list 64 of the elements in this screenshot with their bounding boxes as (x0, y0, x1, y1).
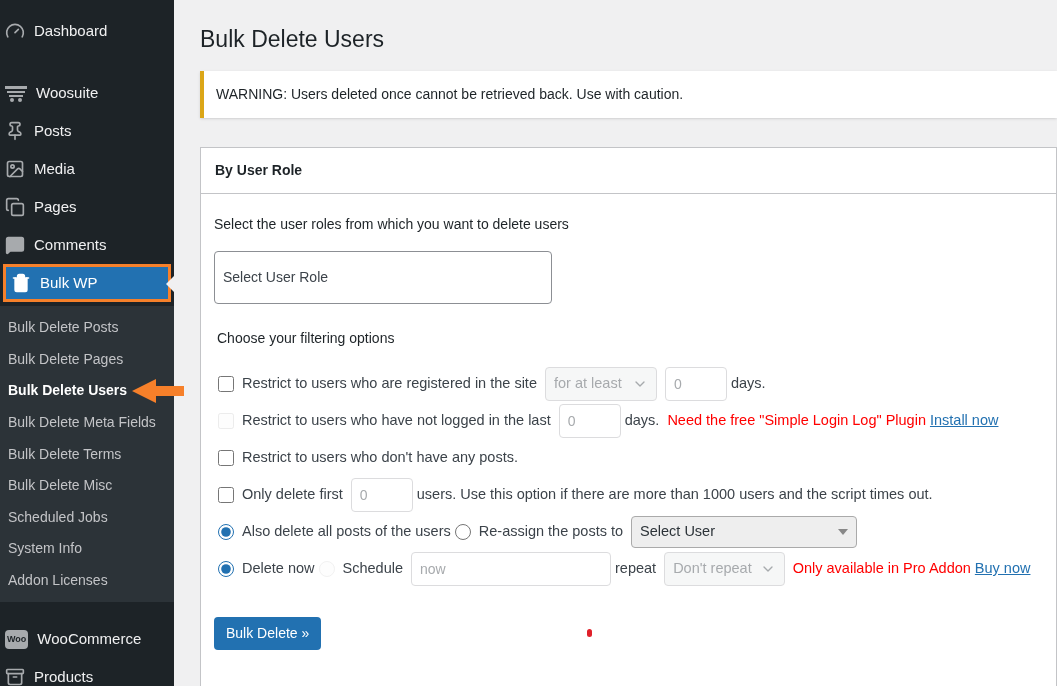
link[interactable]: Buy now (974, 558, 1031, 580)
option-label: repeat (615, 559, 657, 579)
option-label: days. (624, 411, 660, 431)
arrow-icon (132, 379, 184, 404)
option-label: Delete now (242, 559, 315, 579)
number-field[interactable]: 0 (350, 478, 413, 512)
option-label: Only delete first (242, 485, 343, 505)
option-label: Restrict to users who have not logged in the last (242, 411, 551, 431)
schedule-field[interactable]: now (411, 552, 611, 586)
checkbox[interactable] (218, 376, 234, 392)
trash-icon (11, 273, 31, 293)
submenu-item[interactable]: Bulk Delete Terms (0, 443, 122, 465)
sidebar-item[interactable]: Comments (0, 226, 174, 264)
page-title: Bulk Delete Users (200, 25, 386, 54)
dashboard-icon (5, 21, 25, 41)
option-label: days. (730, 374, 766, 394)
pages-icon (5, 197, 25, 217)
cart-icon (5, 83, 27, 103)
warning-text: Need the free "Simple Login Log" Plugin (667, 411, 926, 431)
checkbox[interactable] (218, 450, 234, 466)
warning-text: Only available in Pro Addon (792, 559, 971, 579)
submenu-item[interactable]: Addon Licenses (0, 570, 108, 592)
woo-logo-icon: Woo (5, 629, 29, 650)
submenu-item[interactable]: Bulk Delete Users (0, 380, 128, 402)
checkbox[interactable] (218, 487, 234, 503)
submenu-item[interactable]: Bulk Delete Misc (0, 475, 113, 497)
warning-notice: WARNING: Users deleted once cannot be retrieved back. Use with caution. (200, 70, 1057, 118)
sidebar-item[interactable]: Posts (0, 112, 174, 150)
link[interactable]: Install now (929, 410, 999, 432)
radio-button[interactable] (218, 524, 234, 540)
archive-icon (5, 667, 25, 686)
user-dropdown[interactable]: Select User (631, 516, 858, 548)
submenu-item[interactable]: Bulk Delete Meta Fields (0, 412, 156, 434)
option-label: Restrict to users who are registered in the site (242, 374, 537, 394)
current-pointer-icon (166, 276, 174, 292)
pin-icon (5, 121, 25, 141)
option-label: Re-assign the posts to (478, 522, 624, 542)
sidebar-item[interactable]: Dashboard (0, 12, 174, 50)
option-label: Also delete all posts of the users (242, 522, 451, 542)
role-select-field[interactable]: Select User Role (214, 250, 552, 304)
number-field[interactable]: 0 (664, 367, 727, 401)
submenu-item[interactable]: Bulk Delete Posts (0, 317, 119, 339)
filter-heading: Choose your filtering options (217, 328, 395, 348)
option-label: users. Use this option if there are more than 1000 users and the script times out. (416, 485, 933, 505)
caret-icon (838, 529, 849, 535)
radio-button[interactable] (454, 524, 471, 540)
number-field[interactable]: 0 (558, 404, 621, 438)
sidebar-item[interactable]: Bulk WP (3, 264, 171, 302)
media-icon (5, 159, 25, 179)
option-label: Schedule (342, 559, 403, 579)
sidebar-item[interactable]: Pages (0, 188, 174, 226)
radio-button[interactable] (218, 561, 234, 577)
comment-icon (5, 235, 25, 255)
sidebar-item[interactable]: Media (0, 150, 174, 188)
option-label: Restrict to users who don't have any posts. (242, 448, 518, 468)
submenu-item[interactable]: System Info (0, 538, 82, 560)
submenu-item[interactable]: Bulk Delete Pages (0, 348, 124, 370)
bulk-delete-button[interactable]: Bulk Delete » (214, 616, 322, 650)
sidebar-item[interactable]: Woosuite (0, 74, 174, 112)
submenu-item[interactable]: Scheduled Jobs (0, 506, 108, 528)
panel-title: By User Role (201, 147, 1056, 194)
sidebar-item[interactable]: Products (0, 658, 174, 686)
instruction-text: Select the user roles from which you want to delete users (214, 214, 569, 234)
sidebar-item[interactable]: Woo WooCommerce (0, 620, 174, 659)
